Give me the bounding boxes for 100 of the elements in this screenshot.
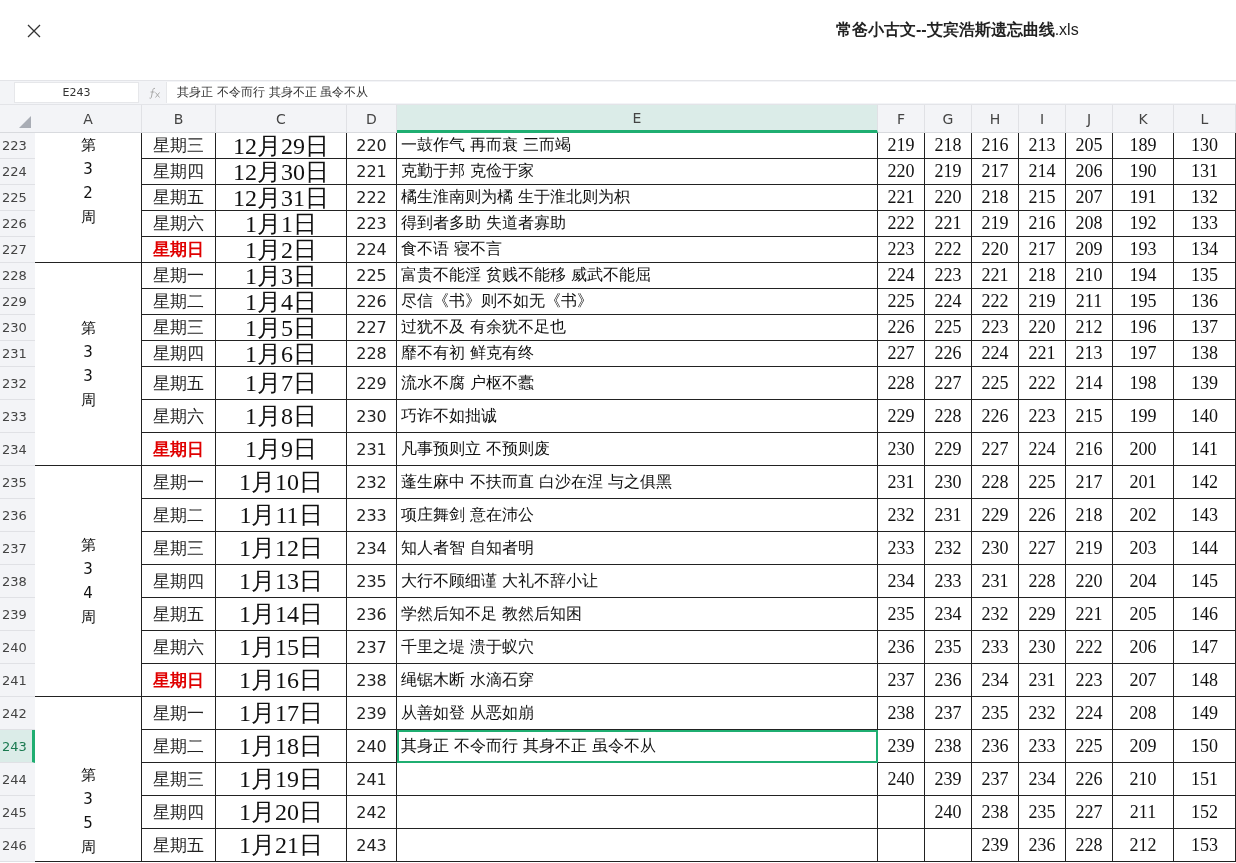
table-cell: 211 <box>1113 796 1174 829</box>
row-number[interactable]: 226 <box>0 211 35 237</box>
week-label: 第35周 <box>80 765 96 858</box>
table-cell: 217 <box>1066 466 1113 499</box>
table-cell: 209 <box>1066 237 1113 263</box>
table-cell: 1月13日 <box>216 565 347 598</box>
table-cell: 12月29日 <box>216 133 347 159</box>
row-number[interactable]: 224 <box>0 159 35 185</box>
table-cell: 232 <box>925 532 972 565</box>
table-cell: 220 <box>878 159 925 185</box>
close-icon[interactable] <box>27 24 41 38</box>
table-cell: 211 <box>1066 289 1113 315</box>
row-number[interactable]: 225 <box>0 185 35 211</box>
table-cell: 214 <box>1019 159 1066 185</box>
table-cell: 227 <box>972 433 1019 466</box>
table-cell: 229 <box>972 499 1019 532</box>
row-number[interactable]: 232 <box>0 367 35 400</box>
table-cell: 236 <box>925 664 972 697</box>
table-cell: 191 <box>1113 185 1174 211</box>
row-number[interactable]: 228 <box>0 263 35 289</box>
column-header[interactable]: L <box>1174 105 1236 133</box>
row-number[interactable]: 243 <box>0 730 35 763</box>
table-cell: 190 <box>1113 159 1174 185</box>
column-header[interactable]: A <box>35 105 142 133</box>
table-cell: 12月30日 <box>216 159 347 185</box>
column-header[interactable]: C <box>216 105 347 133</box>
table-cell: 231 <box>878 466 925 499</box>
table-cell: 219 <box>972 211 1019 237</box>
table-cell: 星期二 <box>142 730 216 763</box>
table-cell: 过犹不及 有余犹不足也 <box>397 315 878 341</box>
table-cell: 221 <box>347 159 397 185</box>
function-icon[interactable] <box>148 86 162 99</box>
table-cell: 230 <box>925 466 972 499</box>
row-number[interactable]: 239 <box>0 598 35 631</box>
column-header[interactable]: D <box>347 105 397 133</box>
table-cell: 212 <box>1113 829 1174 862</box>
row-number[interactable]: 236 <box>0 499 35 532</box>
table-cell: 228 <box>878 367 925 400</box>
row-number[interactable]: 229 <box>0 289 35 315</box>
table-cell: 202 <box>1113 499 1174 532</box>
table-cell: 200 <box>1113 433 1174 466</box>
table-cell: 228 <box>972 466 1019 499</box>
table-cell: 星期五 <box>142 367 216 400</box>
table-cell: 235 <box>925 631 972 664</box>
column-header[interactable]: G <box>925 105 972 133</box>
column-header[interactable]: K <box>1113 105 1174 133</box>
table-cell: 192 <box>1113 211 1174 237</box>
table-cell: 208 <box>1066 211 1113 237</box>
table-cell: 224 <box>1019 433 1066 466</box>
table-cell: 1月1日 <box>216 211 347 237</box>
column-header[interactable]: E <box>397 105 878 133</box>
row-number[interactable]: 244 <box>0 763 35 796</box>
table-cell: 230 <box>972 532 1019 565</box>
table-cell: 221 <box>925 211 972 237</box>
table-cell: 195 <box>1113 289 1174 315</box>
row-number[interactable]: 241 <box>0 664 35 697</box>
table-cell: 1月19日 <box>216 763 347 796</box>
row-number[interactable]: 227 <box>0 237 35 263</box>
select-all-icon[interactable] <box>19 116 31 128</box>
row-number[interactable]: 230 <box>0 315 35 341</box>
table-cell: 218 <box>972 185 1019 211</box>
row-number[interactable]: 245 <box>0 796 35 829</box>
row-number[interactable]: 235 <box>0 466 35 499</box>
table-cell: 228 <box>1019 565 1066 598</box>
table-cell: 星期日 <box>142 433 216 466</box>
table-cell: 224 <box>925 289 972 315</box>
formula-field[interactable]: 其身正 不令而行 其身不正 虽令不从 <box>166 82 1236 103</box>
name-box[interactable]: E243 <box>14 82 139 103</box>
table-cell: 199 <box>1113 400 1174 433</box>
row-number[interactable]: 233 <box>0 400 35 433</box>
row-number[interactable]: 238 <box>0 565 35 598</box>
table-cell: 222 <box>1066 631 1113 664</box>
column-header[interactable]: I <box>1019 105 1066 133</box>
table-cell: 流水不腐 户枢不蠹 <box>397 367 878 400</box>
table-cell: 237 <box>925 697 972 730</box>
table-cell: 232 <box>347 466 397 499</box>
table-cell: 240 <box>347 730 397 763</box>
table-cell: 224 <box>972 341 1019 367</box>
row-number[interactable]: 237 <box>0 532 35 565</box>
table-cell: 216 <box>1019 211 1066 237</box>
column-header[interactable]: F <box>878 105 925 133</box>
table-cell: 1月11日 <box>216 499 347 532</box>
table-cell: 星期六 <box>142 211 216 237</box>
row-number[interactable]: 240 <box>0 631 35 664</box>
table-cell: 星期五 <box>142 185 216 211</box>
table-cell: 213 <box>1019 133 1066 159</box>
row-number[interactable]: 231 <box>0 341 35 367</box>
row-number[interactable]: 234 <box>0 433 35 466</box>
table-cell: 218 <box>1019 263 1066 289</box>
table-cell: 227 <box>878 341 925 367</box>
column-header[interactable]: B <box>142 105 216 133</box>
row-number[interactable]: 246 <box>0 829 35 862</box>
row-number[interactable]: 242 <box>0 697 35 730</box>
table-cell: 223 <box>878 237 925 263</box>
column-header[interactable]: H <box>972 105 1019 133</box>
column-header[interactable]: J <box>1066 105 1113 133</box>
table-cell: 222 <box>925 237 972 263</box>
table-cell: 星期五 <box>142 829 216 862</box>
table-cell: 226 <box>1066 763 1113 796</box>
row-number[interactable]: 223 <box>0 133 35 159</box>
